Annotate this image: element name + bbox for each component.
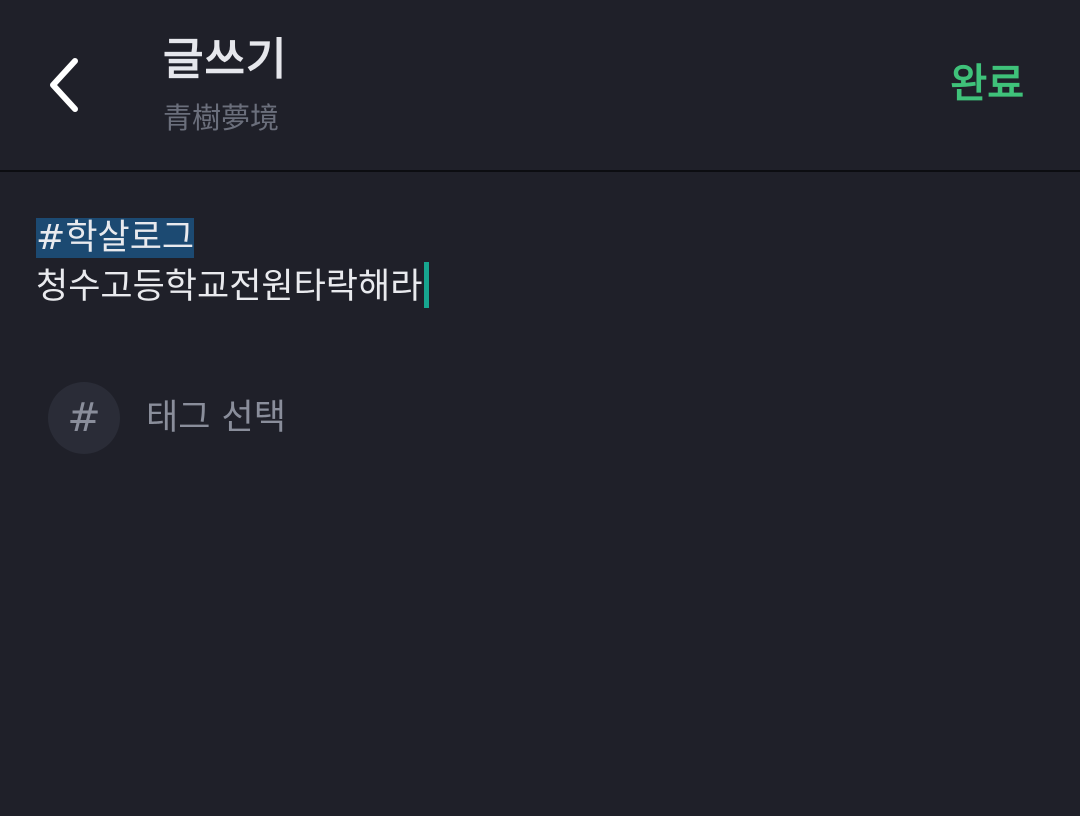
editor-line-tag: #학살로그 (36, 214, 1046, 262)
tag-select-label: 태그 선택 (146, 398, 286, 438)
text-cursor (424, 262, 430, 308)
post-editor[interactable]: #학살로그 청수고등학교전원타락해라 (36, 214, 1046, 311)
back-button[interactable] (30, 45, 100, 125)
body-text: 청수고등학교전원타락해라 (36, 267, 423, 307)
title-block: 글쓰기 青樹夢境 (163, 30, 287, 140)
editor-line-body: 청수고등학교전원타락해라 (36, 262, 1046, 311)
page-title: 글쓰기 (163, 34, 288, 85)
write-screen: 글쓰기 青樹夢境 완료 #학살로그 청수고등학교전원타락해라 # 태그 선택 (0, 0, 1080, 816)
page-subtitle: 青樹夢境 (163, 101, 280, 135)
selected-hashtag[interactable]: #학살로그 (36, 218, 195, 258)
top-bar: 글쓰기 青樹夢境 완료 (0, 0, 1080, 172)
chevron-left-icon (50, 58, 78, 112)
hash-icon: # (48, 382, 120, 454)
done-button[interactable]: 완료 (950, 56, 1024, 112)
tag-select-button[interactable]: # 태그 선택 (48, 382, 286, 454)
